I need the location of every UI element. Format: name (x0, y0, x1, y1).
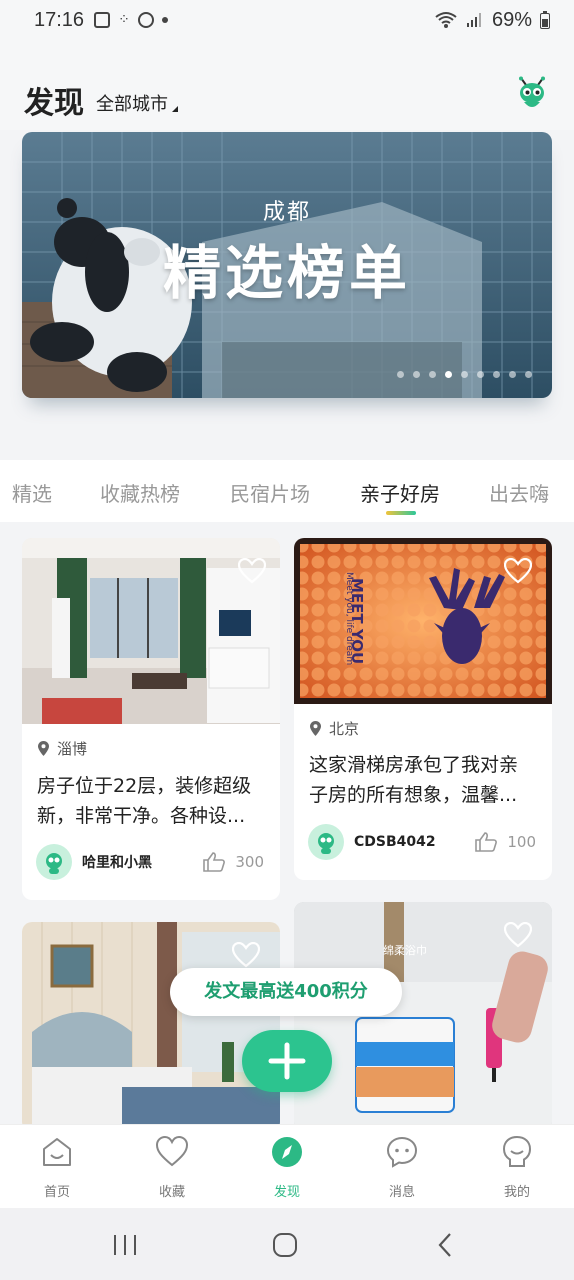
banner-city-label: 成都 (262, 200, 311, 225)
author-name: CDSB4042 (354, 834, 436, 850)
listing-description: 这家滑梯房承包了我对亲 子房的所有想象，温馨... (309, 750, 541, 810)
home-icon (43, 1138, 71, 1166)
location-name: 北京 (329, 720, 360, 738)
banner-dot-active[interactable] (445, 371, 452, 378)
post-reward-promo[interactable]: 发文最高送400积分 (170, 968, 402, 1016)
create-post-button[interactable] (242, 1030, 332, 1092)
banner-dot[interactable] (493, 371, 500, 378)
more-notifications-icon (161, 17, 168, 23)
wall-sign-subtext: Meet you, life dream (344, 572, 354, 666)
listing-location: 北京 (310, 718, 359, 739)
tab-favorites-ranking[interactable]: 收藏热榜 (100, 478, 180, 507)
compass-icon (272, 1137, 302, 1167)
favorite-heart-icon[interactable] (504, 558, 532, 584)
listing-card[interactable]: 淄博 房子位于22层，装修超级 新，非常干净。各种设... 哈里和小黑 300 (22, 538, 280, 900)
ant-mascot-icon[interactable] (514, 76, 550, 112)
status-bar: 17:16 ⁘ 69% (0, 0, 574, 40)
tab-featured[interactable]: 精选 (12, 478, 52, 507)
author-name: 哈里和小黑 (82, 855, 152, 871)
like-counter[interactable]: 100 (475, 832, 536, 852)
listing-card[interactable]: MEET YOU Meet you, life dream 北京 这家滑梯房承包… (294, 538, 552, 880)
thumbs-up-icon (475, 832, 498, 852)
plus-icon (268, 1042, 306, 1080)
featured-banner[interactable]: 成都 精选榜单 (22, 132, 552, 398)
favorite-heart-icon[interactable] (232, 942, 260, 968)
ant-avatar-icon (318, 833, 334, 854)
like-count: 100 (507, 833, 536, 851)
listing-author[interactable]: 哈里和小黑 (36, 844, 152, 880)
description-line: 房子位于22层，装修超级 (37, 775, 252, 797)
nav-item-messages[interactable]: 消息 (362, 1135, 442, 1200)
favorite-heart-icon[interactable] (238, 558, 266, 584)
listing-description: 房子位于22层，装修超级 新，非常干净。各种设... (37, 771, 269, 831)
tab-go-out[interactable]: 出去嗨 (489, 478, 549, 507)
listing-location: 淄博 (38, 738, 87, 759)
heart-icon (155, 1135, 189, 1167)
nav-label: 消息 (388, 1185, 415, 1200)
like-count: 300 (235, 853, 264, 871)
recent-apps-icon[interactable] (112, 1234, 138, 1256)
location-pin-icon (310, 721, 321, 736)
signal-icon (466, 13, 481, 27)
banner-dot[interactable] (477, 371, 484, 378)
ant-avatar-icon (46, 853, 62, 874)
sync-icon (137, 12, 154, 28)
listing-card[interactable]: 绵柔浴巾 (294, 902, 552, 1132)
status-notification-icons: ⁘ (94, 12, 168, 28)
system-navigation-bar (0, 1208, 574, 1280)
towel-pack-text: 绵柔浴巾 (383, 944, 427, 957)
assistant-icon: ⁘ (118, 12, 130, 28)
page-header: 发现 全部城市 (0, 40, 574, 130)
city-selector-label: 全部城市 (96, 94, 168, 115)
page-title: 发现 (24, 86, 84, 121)
profile-icon (502, 1135, 532, 1167)
active-tab-indicator (386, 511, 416, 515)
like-counter[interactable]: 300 (203, 852, 264, 872)
thumbs-up-icon (203, 852, 226, 872)
avatar (308, 824, 344, 860)
description-line: 新，非常干净。各种设... (37, 805, 246, 827)
category-tabs: 精选 收藏热榜 民宿片场 亲子好房 出去嗨 (0, 460, 574, 522)
wifi-icon (435, 12, 457, 28)
battery-percent: 69% (491, 8, 532, 31)
city-dropdown-caret-icon (172, 106, 178, 112)
nav-item-profile[interactable]: 我的 (477, 1135, 557, 1200)
nav-label: 我的 (503, 1185, 530, 1200)
location-name: 淄博 (57, 740, 88, 758)
banner-dot[interactable] (397, 371, 404, 378)
chat-icon (386, 1136, 418, 1168)
banner-dot[interactable] (413, 371, 420, 378)
battery-icon (540, 11, 550, 29)
nav-label: 收藏 (158, 1185, 185, 1200)
banner-dot[interactable] (509, 371, 516, 378)
bottom-navigation: 首页 收藏 发现 消息 我的 (0, 1124, 574, 1208)
banner-dot[interactable] (429, 371, 436, 378)
description-line: 子房的所有想象，温馨... (309, 784, 518, 806)
nav-item-home[interactable]: 首页 (17, 1135, 97, 1200)
gallery-icon (94, 12, 111, 28)
home-button-icon[interactable] (272, 1232, 298, 1258)
listing-author[interactable]: CDSB4042 (308, 824, 436, 860)
banner-dot[interactable] (461, 371, 468, 378)
status-time: 17:16 (34, 8, 85, 31)
location-pin-icon (38, 741, 49, 756)
tab-family-friendly[interactable]: 亲子好房 (360, 478, 440, 507)
nav-label: 首页 (43, 1185, 70, 1200)
banner-title: 精选榜单 (162, 239, 411, 307)
nav-item-discover[interactable]: 发现 (247, 1135, 327, 1200)
nav-item-favorites[interactable]: 收藏 (132, 1135, 212, 1200)
nav-label: 发现 (273, 1185, 300, 1200)
favorite-heart-icon[interactable] (504, 922, 532, 948)
banner-pagination (397, 371, 532, 378)
listing-card[interactable] (22, 922, 280, 1132)
tab-homestay-sets[interactable]: 民宿片场 (230, 478, 310, 507)
banner-dot[interactable] (525, 371, 532, 378)
city-selector[interactable]: 全部城市 (96, 90, 178, 116)
description-line: 这家滑梯房承包了我对亲 (309, 754, 519, 776)
back-icon[interactable] (436, 1232, 454, 1258)
avatar (36, 844, 72, 880)
